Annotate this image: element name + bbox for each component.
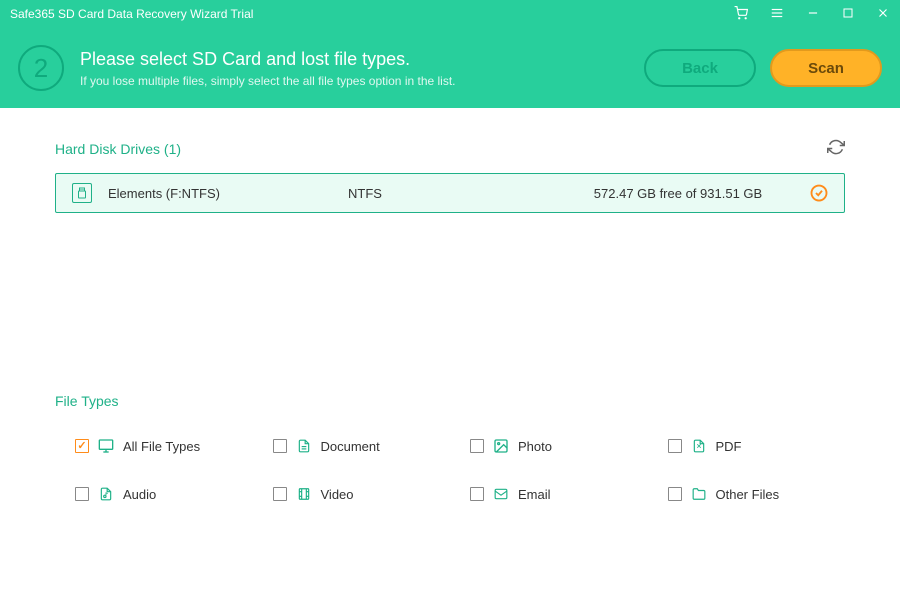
checkbox-icon [470,439,484,453]
filetype-email[interactable]: Email [470,485,648,503]
filetype-label: Photo [518,439,552,454]
titlebar: Safe365 SD Card Data Recovery Wizard Tri… [0,0,900,28]
video-icon [295,485,313,503]
app-title: Safe365 SD Card Data Recovery Wizard Tri… [10,7,734,21]
checkbox-icon [668,487,682,501]
drive-space: 572.47 GB free of 931.51 GB [548,186,808,201]
filetype-photo[interactable]: Photo [470,437,648,455]
filetype-all[interactable]: All File Types [75,437,253,455]
audio-icon [97,485,115,503]
pdf-icon [690,437,708,455]
checkbox-icon [470,487,484,501]
refresh-icon[interactable] [827,138,845,159]
filetypes-grid: All File Types Document Photo [55,437,845,503]
filetype-label: Email [518,487,551,502]
checkbox-icon [75,439,89,453]
filetypes-section-title: File Types [55,393,845,409]
checkbox-icon [75,487,89,501]
filetype-label: Audio [123,487,156,502]
content: Hard Disk Drives (1) Elements (F:NTFS) N… [0,108,900,533]
back-button[interactable]: Back [644,49,756,87]
email-icon [492,485,510,503]
filetype-document[interactable]: Document [273,437,451,455]
filetype-pdf[interactable]: PDF [668,437,846,455]
document-icon [295,437,313,455]
scan-button[interactable]: Scan [770,49,882,87]
maximize-icon[interactable] [842,7,854,22]
titlebar-controls [734,6,890,23]
filetype-label: Document [321,439,380,454]
filetype-label: Other Files [716,487,780,502]
monitor-icon [97,437,115,455]
filetypes-section: File Types All File Types Document [55,393,845,503]
filetype-audio[interactable]: Audio [75,485,253,503]
filetype-label: Video [321,487,354,502]
drive-row[interactable]: Elements (F:NTFS) NTFS 572.47 GB free of… [55,173,845,213]
filetype-label: PDF [716,439,742,454]
drive-filesystem: NTFS [348,186,548,201]
filetype-label: All File Types [123,439,200,454]
filetype-video[interactable]: Video [273,485,451,503]
header-subtitle: If you lose multiple files, simply selec… [80,74,628,88]
checkbox-icon [273,439,287,453]
close-icon[interactable] [876,6,890,23]
photo-icon [492,437,510,455]
drive-selected-icon [808,184,828,202]
filetypes-section-label: File Types [55,393,119,409]
usb-icon [72,183,92,203]
wizard-header: 2 Please select SD Card and lost file ty… [0,28,900,108]
step-number: 2 [18,45,64,91]
drives-section-title: Hard Disk Drives (1) [55,138,845,159]
drives-section-label: Hard Disk Drives (1) [55,141,181,157]
header-buttons: Back Scan [644,49,882,87]
drive-name: Elements (F:NTFS) [108,186,348,201]
checkbox-icon [273,487,287,501]
cart-icon[interactable] [734,6,748,23]
header-text: Please select SD Card and lost file type… [80,49,628,88]
minimize-icon[interactable] [806,6,820,23]
checkbox-icon [668,439,682,453]
filetype-other[interactable]: Other Files [668,485,846,503]
header-title: Please select SD Card and lost file type… [80,49,628,70]
folder-icon [690,485,708,503]
menu-icon[interactable] [770,6,784,23]
